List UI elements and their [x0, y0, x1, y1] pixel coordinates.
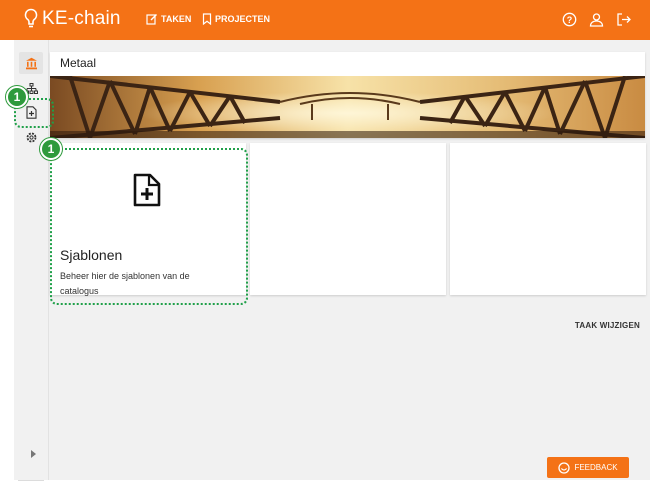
svg-text:?: ? [567, 15, 573, 25]
header-card: Metaal [50, 52, 645, 138]
gear-icon [26, 132, 36, 142]
edit-icon [146, 14, 157, 25]
sidebar-item-settings[interactable] [19, 126, 43, 148]
nav-tasks[interactable]: TAKEN [146, 13, 191, 25]
nav-projects[interactable]: PROJECTEN [202, 13, 270, 25]
tile-empty [450, 143, 646, 295]
top-bar: KE-chain TAKEN PROJECTEN ? [0, 0, 650, 40]
lightbulb-icon [24, 8, 38, 28]
callout-badge: 1 [40, 138, 62, 160]
bank-icon [25, 57, 37, 69]
feedback-label: FEEDBACK [574, 463, 618, 472]
edit-task-link[interactable]: TAAK WIJZIGEN [540, 321, 640, 330]
tile-empty [250, 143, 446, 295]
callout-badge: 1 [6, 86, 28, 108]
caret-right-icon[interactable] [30, 449, 37, 459]
nav-tasks-label: TAKEN [161, 14, 192, 24]
help-icon[interactable]: ? [562, 12, 577, 27]
feedback-button[interactable]: FEEDBACK [547, 457, 629, 478]
bridge-image [50, 76, 645, 138]
page-title: Metaal [60, 56, 97, 70]
smile-icon [558, 461, 571, 474]
user-icon[interactable] [589, 12, 604, 27]
logout-icon[interactable] [616, 12, 632, 27]
sidebar-item-catalog[interactable] [19, 52, 43, 74]
bookmark-icon [202, 13, 212, 25]
brand[interactable]: KE-chain [24, 8, 121, 30]
brand-name: KE-chain [42, 8, 121, 29]
callout-highlight [50, 148, 248, 305]
nav-projects-label: PROJECTEN [215, 14, 271, 24]
